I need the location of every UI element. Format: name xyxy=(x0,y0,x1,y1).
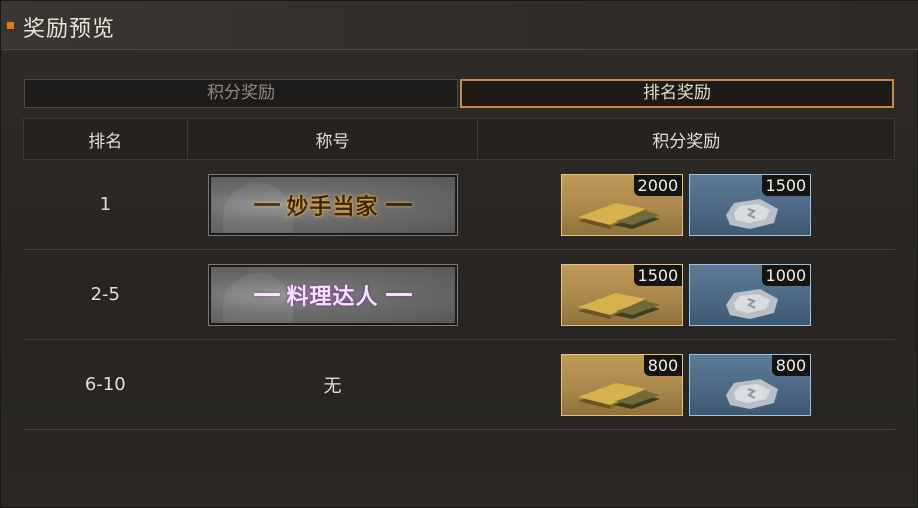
table-header-row: 排名 称号 积分奖励 xyxy=(23,118,895,160)
page-title: 奖励预览 xyxy=(23,17,116,42)
reward-preview-panel: 奖励预览 积分奖励 排名奖励 排名 称号 积分奖励 1 妙手当家 2000 15… xyxy=(0,0,918,508)
dash-right-icon xyxy=(385,203,412,206)
reward-cell: 1500 1000 xyxy=(477,249,895,340)
tab-rank-reward[interactable]: 排名奖励 xyxy=(460,79,894,108)
header-rank: 排名 xyxy=(23,118,188,160)
title-badge: 妙手当家 xyxy=(207,173,458,236)
silver-item-slot[interactable]: 800 xyxy=(689,353,812,416)
reward-cell: 800 800 xyxy=(477,339,895,430)
gold-quantity: 800 xyxy=(643,354,683,376)
table-row: 2-5 料理达人 1500 1000 xyxy=(23,249,895,340)
title-badge: 料理达人 xyxy=(207,263,458,326)
dash-right-icon xyxy=(385,293,412,296)
table-row: 6-10 无 800 800 xyxy=(23,339,895,430)
gold-item-slot[interactable]: 1500 xyxy=(561,263,684,326)
reward-table: 排名 称号 积分奖励 1 妙手当家 2000 1500 2-5 料理达人 150… xyxy=(23,118,895,430)
silver-quantity: 1500 xyxy=(761,174,811,196)
silver-ore-icon xyxy=(726,288,779,319)
title-cell: 料理达人 xyxy=(187,249,478,340)
dome-watermark-icon xyxy=(222,182,293,233)
gold-quantity: 1500 xyxy=(633,264,683,286)
rank-cell: 2-5 xyxy=(23,249,188,340)
silver-item-slot[interactable]: 1500 xyxy=(689,173,812,236)
rank-cell: 1 xyxy=(23,159,188,250)
title-cell: 无 xyxy=(187,339,478,430)
title-marker-icon xyxy=(7,22,14,29)
silver-ore-icon xyxy=(726,198,779,229)
title-bar: 奖励预览 xyxy=(1,1,918,50)
reward-tabs: 积分奖励 排名奖励 xyxy=(24,79,895,108)
silver-quantity: 1000 xyxy=(761,264,811,286)
header-points-reward: 积分奖励 xyxy=(477,118,895,160)
gold-item-slot[interactable]: 2000 xyxy=(561,173,684,236)
silver-item-slot[interactable]: 1000 xyxy=(689,263,812,326)
dome-watermark-icon xyxy=(222,272,293,323)
tab-points-reward[interactable]: 积分奖励 xyxy=(24,79,458,108)
silver-quantity: 800 xyxy=(771,354,811,376)
gold-bar-icon xyxy=(578,202,661,229)
gold-bar-icon xyxy=(578,292,661,319)
header-title: 称号 xyxy=(186,118,479,160)
gold-item-slot[interactable]: 800 xyxy=(561,353,684,416)
title-badge-label: 妙手当家 xyxy=(286,194,379,220)
gold-quantity: 2000 xyxy=(633,174,683,196)
silver-ore-icon xyxy=(726,378,779,409)
gold-bar-icon xyxy=(578,382,661,409)
title-badge-label: 料理达人 xyxy=(286,284,379,310)
title-cell: 妙手当家 xyxy=(187,159,478,250)
rank-cell: 6-10 xyxy=(23,339,188,430)
reward-cell: 2000 1500 xyxy=(477,159,895,250)
table-row: 1 妙手当家 2000 1500 xyxy=(23,159,895,250)
